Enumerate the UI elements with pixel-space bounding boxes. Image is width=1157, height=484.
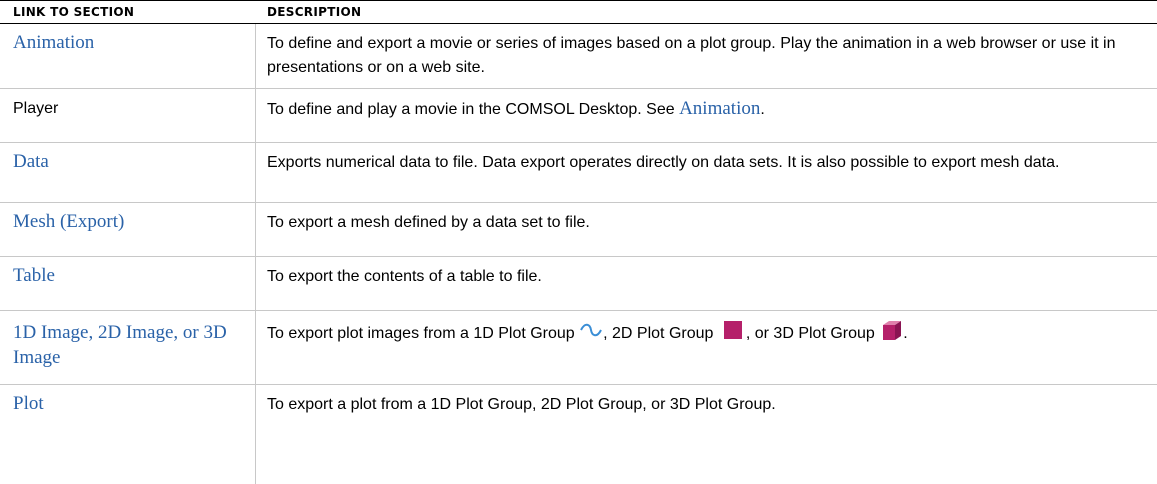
- table-header: LINK TO SECTION DESCRIPTION: [0, 0, 1157, 24]
- table-row: Player To define and play a movie in the…: [0, 89, 1157, 143]
- row-description: To export a mesh defined by a data set t…: [267, 214, 590, 231]
- table-row: Animation To define and export a movie o…: [0, 24, 1157, 89]
- desc-text: .: [760, 101, 765, 118]
- desc-text: To export plot images from a 1D Plot Gro…: [267, 325, 580, 343]
- 3d-plot-group-icon: [879, 319, 903, 349]
- header-description: DESCRIPTION: [267, 5, 362, 19]
- row-description: To define and play a movie in the COMSOL…: [267, 97, 1147, 122]
- row-description: To export plot images from a 1D Plot Gro…: [267, 319, 967, 349]
- link-animation[interactable]: Animation: [13, 30, 245, 55]
- desc-text: , 2D Plot Group: [603, 325, 718, 343]
- 1d-plot-group-icon: [579, 322, 603, 346]
- row-description: Exports numerical data to file. Data exp…: [267, 154, 1060, 171]
- row-description: To export the contents of a table to fil…: [267, 268, 542, 285]
- 2d-plot-group-icon: [718, 320, 746, 348]
- table-row: Mesh (Export) To export a mesh defined b…: [0, 203, 1157, 257]
- table-row: Data Exports numerical data to file. Dat…: [0, 143, 1157, 203]
- desc-text: To define and play a movie in the COMSOL…: [267, 101, 680, 118]
- link-table[interactable]: Table: [13, 263, 245, 288]
- row-label-player: Player: [13, 100, 59, 117]
- row-description: To export a plot from a 1D Plot Group, 2…: [267, 396, 776, 413]
- header-link-to-section: LINK TO SECTION: [13, 5, 135, 19]
- export-table: LINK TO SECTION DESCRIPTION Animation To…: [0, 0, 1157, 484]
- link-image-export[interactable]: 1D Image, 2D Image, or 3D Image: [13, 320, 245, 370]
- column-divider: [255, 24, 256, 484]
- link-plot[interactable]: Plot: [13, 391, 245, 416]
- table-row: Table To export the contents of a table …: [0, 257, 1157, 311]
- row-description: To define and export a movie or series o…: [267, 35, 1116, 76]
- link-mesh-export[interactable]: Mesh (Export): [13, 209, 245, 234]
- link-data[interactable]: Data: [13, 149, 245, 174]
- table-row: 1D Image, 2D Image, or 3D Image To expor…: [0, 311, 1157, 385]
- link-animation-inline[interactable]: Animation: [679, 98, 760, 119]
- desc-text: .: [903, 325, 908, 343]
- table-row: Plot To export a plot from a 1D Plot Gro…: [0, 385, 1157, 484]
- desc-text: , or 3D Plot Group: [745, 325, 880, 343]
